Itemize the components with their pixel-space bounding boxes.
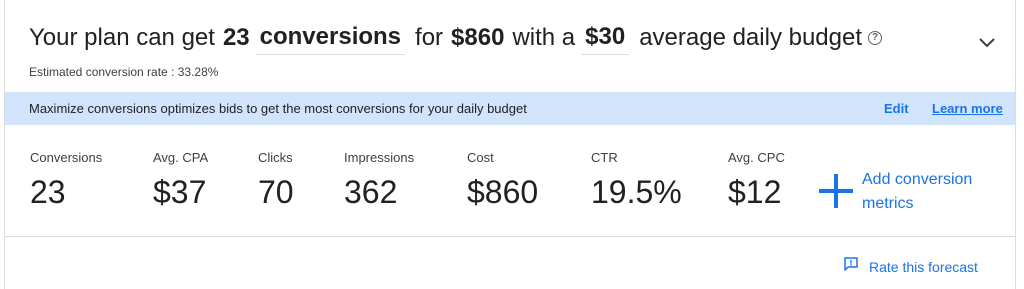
estimated-conversion-rate: Estimated conversion rate : 33.28% (29, 65, 219, 79)
learn-more-link[interactable]: Learn more (932, 101, 1003, 116)
add-conversion-metrics-button[interactable]: Add conversion metrics (817, 168, 992, 216)
rate-forecast-button[interactable]: Rate this forecast (843, 256, 978, 277)
metric-value: 362 (344, 174, 398, 210)
metric-conversions: Conversions 23 (30, 150, 102, 210)
rate-forecast-label: Rate this forecast (869, 258, 978, 275)
metric-selector[interactable]: conversions (255, 22, 406, 55)
daily-budget-selector[interactable]: $30 (581, 22, 630, 55)
metric-value: 19.5% (591, 174, 682, 210)
metric-clicks: Clicks 70 (258, 150, 294, 210)
metric-value: 23 (30, 174, 66, 210)
chevron-down-icon[interactable] (975, 30, 999, 54)
headline-prefix: Your plan can get (29, 24, 215, 51)
edit-link[interactable]: Edit (884, 101, 909, 116)
banner-message: Maximize conversions optimizes bids to g… (29, 101, 527, 116)
forecast-headline: Your plan can get 23 conversions for $86… (29, 20, 883, 56)
forecast-card: Your plan can get 23 conversions for $86… (4, 0, 1016, 289)
metric-label: Cost (467, 150, 494, 165)
metric-ctr: CTR 19.5% (591, 150, 682, 210)
metric-label: Conversions (30, 150, 103, 165)
headline-for: for (415, 24, 444, 51)
headline-with: with a (512, 24, 576, 51)
info-banner: Maximize conversions optimizes bids to g… (5, 92, 1015, 125)
add-conversion-metrics-label: Add conversion metrics (862, 171, 973, 212)
metric-value: $860 (467, 174, 539, 210)
metric-impressions: Impressions 362 (344, 150, 414, 210)
headline-suffix: average daily budget (639, 24, 863, 51)
divider (5, 236, 1015, 237)
headline-cost: $860 (451, 24, 505, 51)
metric-label: Avg. CPA (153, 150, 209, 165)
metric-label: Clicks (258, 150, 293, 165)
metric-value: $12 (728, 174, 782, 210)
plus-icon (817, 172, 855, 210)
metric-avg-cpc: Avg. CPC $12 (728, 150, 785, 210)
metric-cost: Cost $860 (467, 150, 538, 210)
headline-conversions-count: 23 (222, 24, 250, 51)
metric-value: 70 (258, 174, 294, 210)
metric-avg-cpa: Avg. CPA $37 (153, 150, 208, 210)
metric-value: $37 (153, 174, 207, 210)
help-circle-icon[interactable]: ? (868, 31, 883, 45)
metric-label: CTR (591, 150, 618, 165)
feedback-icon (843, 256, 859, 277)
metric-label: Avg. CPC (728, 150, 785, 165)
metric-label: Impressions (344, 150, 415, 165)
